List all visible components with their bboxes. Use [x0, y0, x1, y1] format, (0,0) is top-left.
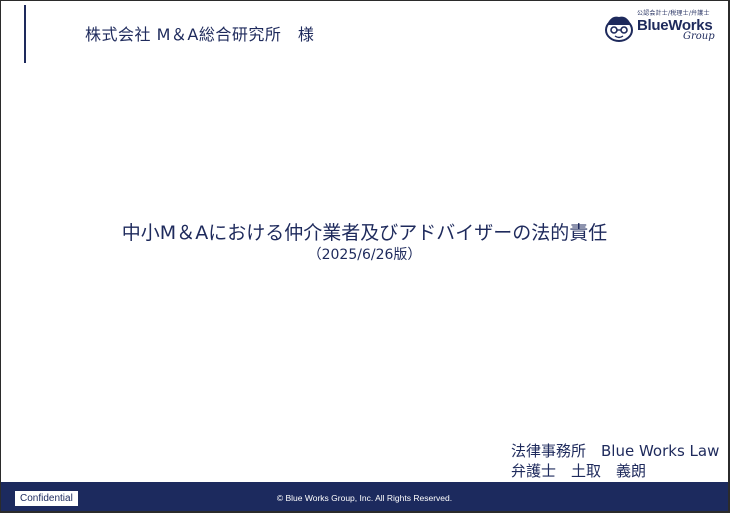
- firm-name: 法律事務所 Blue Works Law: [511, 442, 720, 460]
- client-name: 株式会社 M＆A総合研究所 様: [85, 25, 315, 44]
- author-name: 弁護士 土取 義朗: [511, 462, 647, 480]
- logo-tagline: 公認会計士/税理士/弁護士: [637, 10, 710, 17]
- copyright-text: © Blue Works Group, Inc. All Rights Rese…: [276, 493, 453, 503]
- footer-bar: Confidential © Blue Works Group, Inc. Al…: [1, 482, 728, 511]
- mascot-icon: [605, 16, 633, 42]
- firm-block: 法律事務所 Blue Works Law 弁護士 土取 義朗: [511, 441, 719, 481]
- slide: 株式会社 M＆A総合研究所 様 公認会計士/税理士/弁護士 BlueWorks …: [1, 1, 728, 511]
- document-version: （2025/6/26版）: [307, 247, 422, 263]
- company-logo: 公認会計士/税理士/弁護士 BlueWorks Group: [601, 7, 723, 49]
- document-title: 中小M＆Aにおける仲介業者及びアドバイザーの法的責任: [121, 222, 608, 244]
- logo-group-text: Group: [683, 31, 715, 42]
- accent-bar: [24, 5, 26, 63]
